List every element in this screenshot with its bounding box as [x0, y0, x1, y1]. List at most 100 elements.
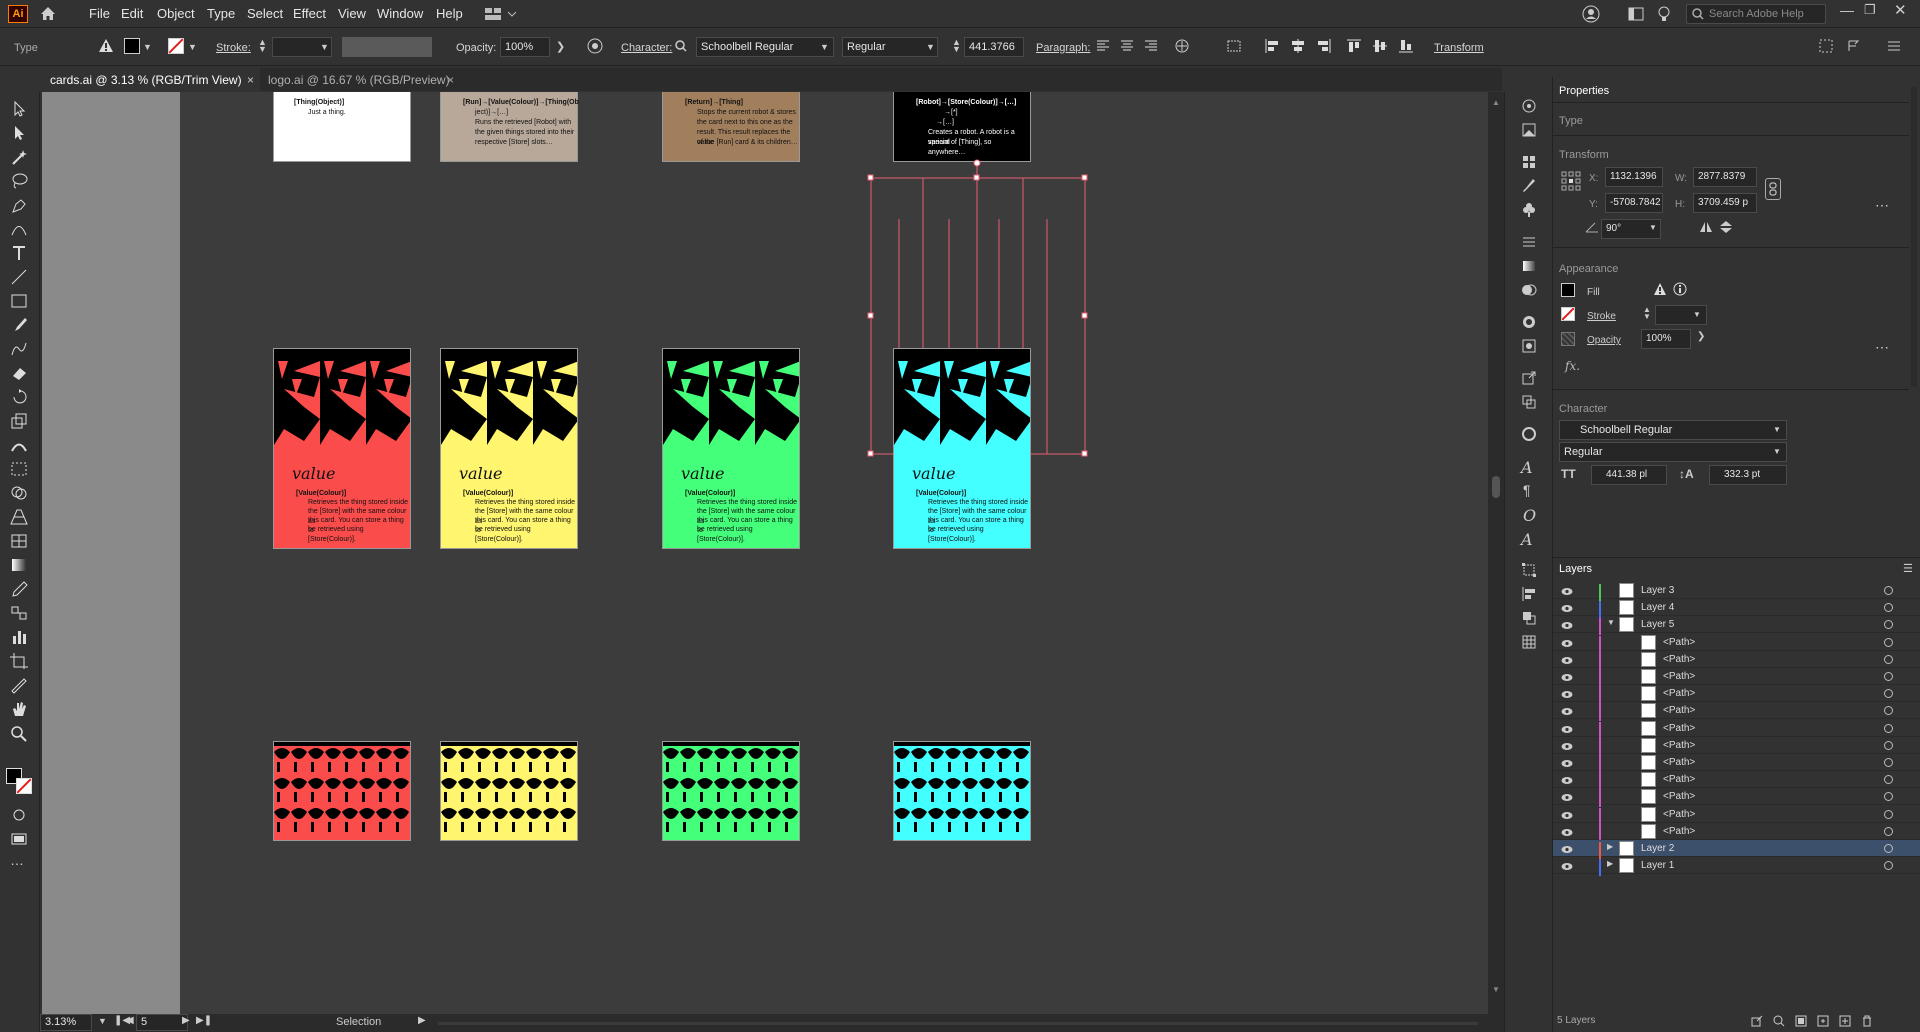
align-objects-icon[interactable]	[1521, 586, 1537, 602]
visibility-eye-icon[interactable]	[1561, 656, 1573, 665]
layer-path-row[interactable]: <Path>	[1553, 720, 1920, 739]
chevron-down-icon[interactable]: ▼	[143, 42, 152, 52]
chevron-down-icon[interactable]: ▼	[926, 42, 935, 52]
recolor-artwork-icon[interactable]	[1174, 38, 1190, 54]
panel-menu-icon[interactable]	[1846, 38, 1862, 54]
font-size-stepper[interactable]: ▲ ▼	[952, 38, 961, 54]
isolate-icon[interactable]	[1818, 38, 1834, 54]
layer-row[interactable]: Layer 3	[1553, 582, 1920, 601]
chevron-down-icon[interactable]: ▼	[1649, 223, 1657, 232]
scroll-thumb[interactable]	[1492, 476, 1500, 498]
swatches-icon[interactable]	[1521, 154, 1537, 170]
chevron-down-icon[interactable]: ▼	[188, 42, 197, 52]
layer-row[interactable]: Layer 4	[1553, 599, 1920, 619]
warning-icon[interactable]	[98, 38, 114, 53]
stroke-label[interactable]: Stroke:	[216, 42, 251, 54]
flip-vertical-icon[interactable]	[1719, 221, 1733, 233]
visibility-eye-icon[interactable]	[1561, 587, 1573, 596]
selection-tool-icon[interactable]	[9, 100, 31, 118]
target-icon[interactable]	[1884, 861, 1893, 871]
visibility-eye-icon[interactable]	[1561, 811, 1573, 820]
chevron-down-icon[interactable]: ▼	[1773, 425, 1781, 434]
chevron-right-icon[interactable]: ▶	[1607, 859, 1613, 868]
slice-tool-icon[interactable]	[9, 676, 31, 694]
target-icon[interactable]	[1884, 740, 1893, 750]
stroke-label[interactable]: Stroke	[1587, 311, 1616, 322]
layer-path-row[interactable]: <Path>	[1553, 651, 1920, 670]
menu-edit[interactable]: Edit	[121, 6, 143, 21]
direct-selection-tool-icon[interactable]	[9, 124, 31, 142]
pen-tool-icon[interactable]	[9, 196, 31, 214]
card-pattern-bottom[interactable]	[893, 741, 1031, 841]
lightbulb-icon[interactable]	[1658, 6, 1670, 22]
last-artboard-icon[interactable]: ▶❚	[196, 1015, 212, 1026]
opacity-field[interactable]: 100%	[500, 37, 550, 57]
character-label[interactable]: Character:	[621, 42, 672, 54]
curvature-tool-icon[interactable]	[9, 220, 31, 238]
fill-swatch[interactable]	[1561, 283, 1575, 297]
chevron-right-icon[interactable]: ❯	[556, 40, 565, 53]
artboard-number-field[interactable]: 5	[136, 1014, 188, 1031]
layer-row[interactable]: ▶ Layer 1	[1553, 857, 1920, 877]
chevron-right-icon[interactable]: ▶	[1607, 842, 1613, 851]
selection-bounding-box[interactable]	[42, 92, 1504, 1014]
gradient-panel-icon[interactable]	[1521, 258, 1537, 274]
flip-horizontal-icon[interactable]	[1699, 221, 1713, 233]
chevron-down-icon[interactable]: ▼	[1607, 618, 1615, 627]
visibility-eye-icon[interactable]	[1561, 673, 1573, 682]
export-icon[interactable]	[1521, 370, 1537, 386]
document-canvas[interactable]: [Thing(Object)] Just a thing. [Run]→[Val…	[42, 92, 1504, 1014]
layer-path-row[interactable]: <Path>	[1553, 754, 1920, 773]
fx-icon[interactable]: fx.	[1565, 359, 1580, 373]
font-family-field[interactable]: Schoolbell Regular	[1559, 420, 1787, 440]
search-input[interactable]: Search Adobe Help	[1686, 4, 1826, 24]
align-horizontal-center-icon[interactable]	[1290, 38, 1306, 54]
arrange-documents-icon[interactable]	[1628, 7, 1644, 21]
type-tool-icon[interactable]	[9, 244, 31, 262]
x-field[interactable]: 1132.1396	[1605, 167, 1663, 187]
recolor-icon[interactable]	[587, 38, 603, 54]
opacity-label[interactable]: Opacity	[1587, 335, 1621, 346]
brushes-icon[interactable]	[1521, 178, 1537, 194]
menu-object[interactable]: Object	[157, 6, 195, 21]
clipping-mask-icon[interactable]	[1795, 1015, 1807, 1027]
variable-width-profile[interactable]	[342, 37, 432, 57]
opacity-field[interactable]: 100%	[1641, 329, 1691, 349]
prev-artboard-icon[interactable]: ◀	[126, 1015, 134, 1026]
arrange-icon[interactable]	[1226, 38, 1244, 54]
reference-point-icon[interactable]	[1561, 171, 1581, 191]
menu-effect[interactable]: Effect	[293, 6, 326, 21]
shape-builder-tool-icon[interactable]	[9, 484, 31, 502]
layer-path-row[interactable]: <Path>	[1553, 806, 1920, 825]
card-pattern-bottom[interactable]	[440, 741, 578, 841]
layer-path-row[interactable]: <Path>	[1553, 668, 1920, 687]
pathfinder-icon[interactable]	[1521, 610, 1537, 626]
layer-path-row[interactable]: <Path>	[1553, 823, 1920, 842]
visibility-eye-icon[interactable]	[1561, 690, 1573, 699]
visibility-eye-icon[interactable]	[1561, 604, 1573, 613]
new-layer-icon[interactable]	[1839, 1015, 1851, 1027]
align-vertical-center-icon[interactable]	[1372, 38, 1388, 54]
chevron-right-icon[interactable]: ❯	[1697, 331, 1705, 342]
layer-path-row[interactable]: <Path>	[1553, 737, 1920, 756]
info-icon[interactable]	[1673, 282, 1687, 296]
font-style-field[interactable]: Regular	[842, 37, 938, 57]
layer-path-row[interactable]: <Path>	[1553, 634, 1920, 653]
transparency-icon[interactable]	[1521, 282, 1537, 298]
stroke-stepper[interactable]: ▲ ▼	[1643, 306, 1651, 321]
properties-scrollbar[interactable]	[1911, 87, 1917, 387]
visibility-eye-icon[interactable]	[1561, 845, 1573, 854]
menu-file[interactable]: File	[89, 6, 110, 21]
visibility-eye-icon[interactable]	[1561, 725, 1573, 734]
chevron-down-icon[interactable]: ▼	[98, 1016, 107, 1026]
align-right-icon[interactable]	[1144, 39, 1158, 53]
layer-path-row[interactable]: <Path>	[1553, 702, 1920, 722]
libraries-icon[interactable]	[1521, 122, 1537, 138]
collect-for-export-icon[interactable]	[1751, 1015, 1763, 1027]
close-icon[interactable]: ×	[247, 73, 254, 87]
target-icon[interactable]	[1884, 654, 1893, 664]
color-guide-icon[interactable]	[1521, 426, 1537, 442]
more-tools-icon[interactable]: …	[10, 852, 24, 868]
menu-view[interactable]: View	[338, 6, 366, 21]
appearance-icon[interactable]	[1521, 314, 1537, 330]
